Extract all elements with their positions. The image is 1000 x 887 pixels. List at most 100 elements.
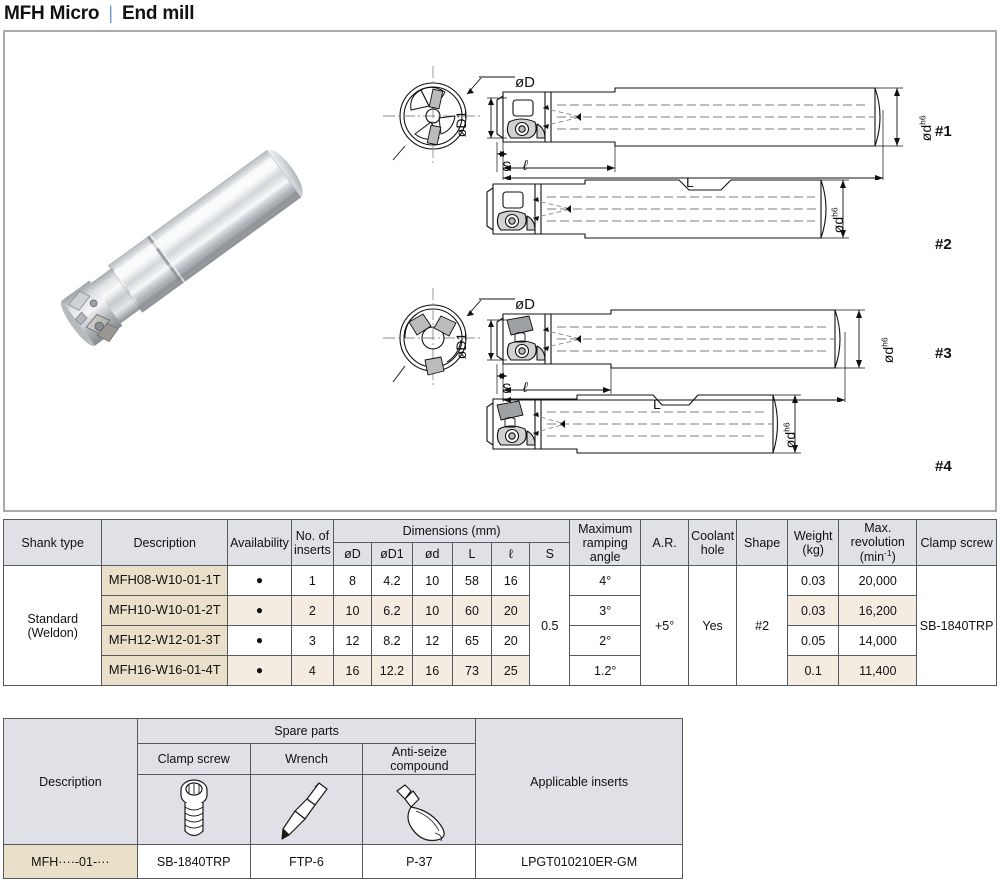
- page-title: MFH Micro | End mill: [0, 0, 1000, 26]
- table-header-row-1: Shank type Description Availability No. …: [2, 518, 997, 567]
- cell-oD: 8: [332, 565, 373, 597]
- col-applicable-inserts: Applicable inserts: [475, 718, 683, 845]
- col-weight: Weight (kg): [787, 518, 840, 567]
- cell-L: 60: [451, 595, 493, 627]
- figure-panel: øD øD1 S ℓ L ødh6 #1 ødh6 #2 øD øD1 S ℓ …: [3, 30, 997, 512]
- cell-L: 73: [451, 655, 493, 687]
- cell-od: 12: [411, 625, 453, 657]
- cell-applicable-inserts: LPGT010210ER-GM: [475, 844, 683, 879]
- cell-weight: 0.05: [787, 625, 840, 657]
- col-max-ramping-angle: Maximum ramping angle: [569, 518, 642, 567]
- col-spare-anti-seize: Anti-seize compound: [362, 743, 477, 775]
- col-description: Description: [101, 518, 229, 567]
- col-no-of-inserts: No. of inserts: [290, 518, 334, 567]
- drawing-variant-2: [486, 179, 849, 239]
- label-diameter-D-3: øD: [515, 296, 535, 313]
- title-main: MFH Micro: [4, 2, 100, 24]
- col-shape: Shape: [736, 518, 789, 567]
- variant-label-2: #2: [935, 236, 952, 253]
- cell-description: MFH12-W12-01-3T: [101, 625, 229, 657]
- cell-max-revolution: 14,000: [838, 625, 918, 657]
- cell-ramping-angle: 1.2°: [569, 655, 642, 687]
- spare-data-row: MFH····-01-··· SB-1840TRP FTP-6 P-37 LPG…: [3, 844, 683, 879]
- variant-label-1: #1: [935, 123, 952, 140]
- cell-clamp-screw: SB-1840TRP: [916, 565, 997, 687]
- col-dim-oD: øD: [332, 542, 373, 567]
- cell-od: 10: [411, 565, 453, 597]
- cell-oD1: 8.2: [371, 625, 413, 657]
- cell-oD1: 12.2: [371, 655, 413, 687]
- cell-L: 65: [451, 625, 493, 657]
- catalog-page: MFH Micro | End mill øD øD1 S ℓ L ødh6 #…: [0, 0, 1000, 887]
- col-dim-oD1: øD1: [371, 542, 413, 567]
- cell-max-revolution: 20,000: [838, 565, 918, 597]
- cell-oD: 12: [332, 625, 373, 657]
- cell-spare-description: MFH····-01-···: [3, 844, 138, 879]
- variant-label-4: #4: [935, 458, 952, 475]
- spare-parts-table: Description Spare parts Applicable inser…: [3, 718, 683, 879]
- cell-l: 16: [491, 565, 531, 597]
- label-diameter-d-h6-3: ødh6: [879, 337, 897, 364]
- table-row: MFH16-W16-01-4T ● 4 16 12.2 16 73 25 1.2…: [4, 655, 997, 687]
- label-l-1: ℓ: [523, 157, 528, 173]
- table-row: MFH10-W10-01-2T ● 2 10 6.2 10 60 20 3° 0…: [4, 595, 997, 627]
- cell-oD1: 4.2: [371, 565, 413, 597]
- col-coolant-hole: Coolant hole: [688, 518, 738, 567]
- col-spare-wrench: Wrench: [249, 743, 364, 775]
- cell-description: MFH10-W10-01-2T: [101, 595, 229, 627]
- cell-ramping-angle: 4°: [569, 565, 642, 597]
- tube-icon: [362, 774, 477, 845]
- title-subtitle: End mill: [122, 2, 195, 24]
- drawing-variant-4: [486, 394, 801, 454]
- cell-weight: 0.03: [787, 565, 840, 597]
- cell-description: MFH08-W10-01-1T: [101, 565, 229, 597]
- cell-spare-clamp-screw: SB-1840TRP: [136, 844, 251, 879]
- cell-availability: ●: [227, 595, 292, 627]
- cell-inserts: 2: [290, 595, 334, 627]
- cell-l: 25: [491, 655, 531, 687]
- col-shank-type: Shank type: [2, 518, 103, 567]
- label-diameter-D1-3: øD1: [453, 332, 470, 360]
- wrench-icon: [249, 774, 364, 845]
- col-clamp-screw: Clamp screw: [916, 518, 997, 567]
- cell-ramping-angle: 2°: [569, 625, 642, 657]
- cell-od: 16: [411, 655, 453, 687]
- cell-spare-wrench: FTP-6: [249, 844, 364, 879]
- col-availability: Availability: [227, 518, 292, 567]
- col-dim-od: ød: [411, 542, 453, 567]
- table-row: Standard (Weldon) MFH08-W10-01-1T ● 1 8 …: [2, 565, 997, 687]
- spare-header-row-1: Description Spare parts Applicable inser…: [3, 718, 683, 845]
- product-photo: [40, 117, 340, 367]
- cell-shank-type: Standard (Weldon): [2, 565, 103, 687]
- cell-coolant-hole: Yes: [688, 565, 738, 687]
- col-dim-l: ℓ: [491, 542, 531, 567]
- label-diameter-d-h6-4: ødh6: [781, 422, 799, 449]
- cell-ramping-angle: 3°: [569, 595, 642, 627]
- col-dim-L: L: [451, 542, 493, 567]
- col-spare-description: Description: [3, 718, 138, 845]
- cell-l: 20: [491, 625, 531, 657]
- cell-spare-anti-seize: P-37: [362, 844, 477, 879]
- col-spare-clamp-screw: Clamp screw: [136, 743, 251, 775]
- label-diameter-D-1: øD: [515, 74, 535, 91]
- cell-l: 20: [491, 595, 531, 627]
- cell-availability: ●: [227, 655, 292, 687]
- cell-inserts: 4: [290, 655, 334, 687]
- cell-availability: ●: [227, 565, 292, 597]
- cell-inserts: 3: [290, 625, 334, 657]
- cell-L: 58: [451, 565, 493, 597]
- cell-od: 10: [411, 595, 453, 627]
- cell-S: 0.5: [529, 565, 571, 687]
- cell-weight: 0.03: [787, 595, 840, 627]
- col-ar: A.R.: [640, 518, 690, 567]
- variant-label-3: #3: [935, 345, 952, 362]
- label-diameter-d-h6-2: ødh6: [829, 207, 847, 234]
- cell-max-revolution: 16,200: [838, 595, 918, 627]
- col-spare-parts: Spare parts: [136, 718, 477, 744]
- table-row: MFH12-W12-01-3T ● 3 12 8.2 12 65 20 2° 0…: [4, 625, 997, 657]
- cell-max-revolution: 11,400: [838, 655, 918, 687]
- specification-table: Shank type Description Availability No. …: [2, 518, 997, 687]
- cell-shape: #2: [736, 565, 789, 687]
- label-diameter-d-h6-1: ødh6: [917, 115, 935, 142]
- label-diameter-D1-1: øD1: [453, 110, 470, 138]
